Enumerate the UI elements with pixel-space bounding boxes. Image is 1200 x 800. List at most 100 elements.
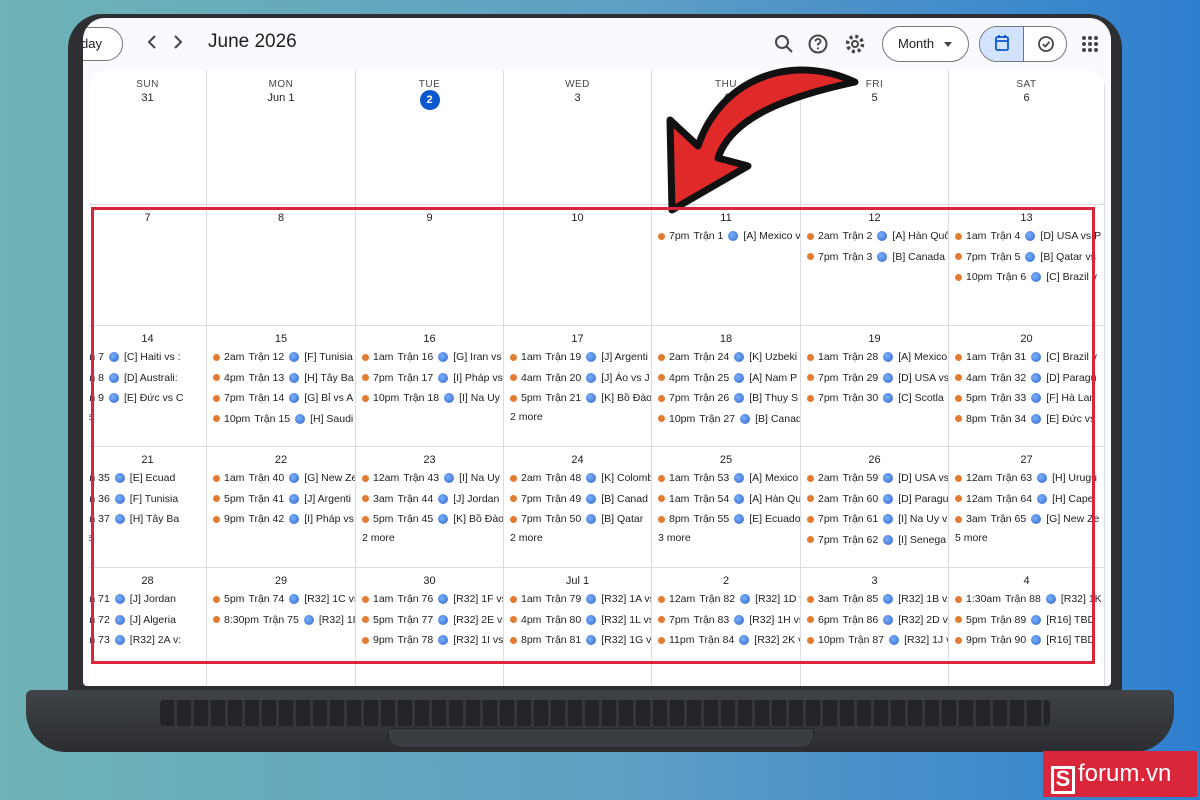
day-cell[interactable]: 16 1am Trận 16 [G] Iran vs 7pm Trận 17 [I] Phá…	[356, 326, 504, 447]
day-cell[interactable]: 28 Trận 71[J] Jordan Trận 72[J] Algeria Trậ…	[89, 568, 207, 686]
event-chip[interactable]: 7pm Trận 26 [B] Thụy S	[658, 389, 798, 407]
gear-icon[interactable]	[842, 31, 868, 57]
event-chip[interactable]: 10pm Trận 27 [B] Canad	[658, 410, 800, 428]
day-cell[interactable]: 13 1am Trận 4 [D] USA vs P 7pm Trận 5 [B] Qata…	[949, 205, 1105, 326]
event-chip[interactable]: 3am Trận 85 [R32] 1B vs	[807, 590, 948, 608]
date-number[interactable]: 10	[504, 212, 651, 224]
event-chip[interactable]: 5pm Trận 45 [K] Bồ Đào	[362, 510, 503, 528]
date-number[interactable]: 28	[89, 575, 206, 587]
event-chip[interactable]: 7pm Trận 49 [B] Canad	[510, 490, 648, 508]
event-chip[interactable]: 7pm Trận 61 [I] Na Uy v	[807, 510, 947, 528]
event-chip[interactable]: 9pm Trận 90 [R16] TBD	[955, 631, 1095, 649]
event-chip[interactable]: 4pm Trận 13 [H] Tây Ba	[213, 369, 354, 387]
day-cell[interactable]: 23 12am Trận 43 [I] Na Uy 3am Trận 44 [J] Jord…	[356, 447, 504, 568]
event-chip[interactable]: 1am Trận 40 [G] New Ze	[213, 469, 355, 487]
date-number[interactable]: 15	[207, 333, 355, 345]
event-chip[interactable]: 4am Trận 32 [D] Paragu	[955, 369, 1096, 387]
day-cell[interactable]: 25 1am Trận 53 [A] Mexico 1am Trận 54 [A] Hàn …	[652, 447, 801, 568]
today-button[interactable]: Today	[83, 27, 123, 61]
day-cell[interactable]: 3 3am Trận 85 [R32] 1B vs 6pm Trận 86 [R32] 2D…	[801, 568, 949, 686]
event-chip[interactable]: 12am Trận 43 [I] Na Uy	[362, 469, 500, 487]
event-chip[interactable]: 1am Trận 28 [A] Mexico	[807, 348, 947, 366]
day-cell[interactable]: WED 3	[504, 70, 652, 205]
event-chip[interactable]: 9pm Trận 78 [R32] 1I vs	[362, 631, 503, 649]
event-chip[interactable]: 4am Trận 20 [J] Áo vs J	[510, 369, 650, 387]
day-cell[interactable]: 15 2am Trận 12 [F] Tunisia 4pm Trận 13 [H] Tây…	[207, 326, 356, 447]
day-cell[interactable]: 17 1am Trận 19 [J] Argenti 4am Trận 20 [J] Áo …	[504, 326, 652, 447]
day-cell[interactable]: Jul 1 1am Trận 79 [R32] 1A vs 4pm Trận 80 [R32…	[504, 568, 652, 686]
event-chip[interactable]: 2am Trận 2 [A] Hàn Quố	[807, 227, 948, 245]
date-number[interactable]: 17	[504, 333, 651, 345]
event-chip[interactable]: 8pm Trận 81 [R32] 1G vs	[510, 631, 651, 649]
date-number[interactable]: 13	[949, 212, 1104, 224]
today-date-number[interactable]: 2	[419, 90, 440, 110]
event-chip[interactable]: 8pm Trận 34 [E] Đức vs	[955, 410, 1095, 428]
event-chip[interactable]: 5pm Trận 41 [J] Argenti	[213, 490, 351, 508]
event-chip[interactable]: 10pm Trận 15 [H] Saudi	[213, 410, 353, 428]
event-chip[interactable]: 10pm Trận 87 [R32] 1J v	[807, 631, 948, 649]
event-chip[interactable]: Trận 36 [F] Tunisia	[89, 490, 178, 508]
event-chip[interactable]: 7pm Trận 50 [B] Qatar	[510, 510, 643, 528]
day-cell[interactable]: 18 2am Trận 24 [K] Uzbeki 4pm Trận 25 [A] Nam …	[652, 326, 801, 447]
event-chip[interactable]: 8:30pm Trận 75 [R32] 1I	[213, 611, 355, 629]
day-cell[interactable]: 19 1am Trận 28 [A] Mexico 7pm Trận 29 [D] USA …	[801, 326, 949, 447]
more-events-link[interactable]: 5 more	[955, 532, 988, 544]
event-chip[interactable]: 10pm Trận 18 [I] Na Uy	[362, 389, 500, 407]
date-number[interactable]: 23	[356, 454, 503, 466]
event-chip[interactable]: Trận 72 [J] Algeria	[89, 611, 176, 629]
event-chip[interactable]: 2am Trận 48 [K] Colomb	[510, 469, 651, 487]
more-events-link[interactable]: 2 more	[510, 411, 543, 423]
event-chip[interactable]: 5pm Trận 21 [K] Bồ Đào	[510, 389, 651, 407]
event-chip[interactable]: Trận 8 [D] Australi:	[89, 369, 178, 387]
event-chip[interactable]: 9pm Trận 42 [I] Pháp vs	[213, 510, 354, 528]
event-chip[interactable]: 1am Trận 79 [R32] 1A vs	[510, 590, 651, 608]
day-cell[interactable]: 10	[504, 205, 652, 326]
event-chip[interactable]: 2am Trận 24 [K] Uzbeki	[658, 348, 797, 366]
event-chip[interactable]: Trận 37 [H] Tây Ba	[89, 510, 179, 528]
more-events-link[interactable]: 2 more	[362, 532, 395, 544]
event-chip[interactable]: 1:30am Trận 88 [R32] 1K	[955, 590, 1102, 608]
day-cell[interactable]: 12 2am Trận 2 [A] Hàn Quố 7pm Trận 3 [B] Canad…	[801, 205, 949, 326]
more-events-link[interactable]: e	[89, 411, 93, 423]
event-chip[interactable]: Trận 71 [J] Jordan	[89, 590, 176, 608]
day-cell[interactable]: MON Jun 1	[207, 70, 356, 205]
date-number[interactable]: 8	[207, 212, 355, 224]
more-events-link[interactable]: 3 more	[658, 532, 691, 544]
day-cell[interactable]: 30 1am Trận 76 [R32] 1F vs 5pm Trận 77 [R32] 2…	[356, 568, 504, 686]
event-chip[interactable]: 12am Trận 82 [R32] 1D v	[658, 590, 800, 608]
date-number[interactable]: 31	[89, 92, 206, 104]
date-number[interactable]: Jul 1	[504, 575, 651, 587]
event-chip[interactable]: 10pm Trận 6 [C] Brazil v	[955, 268, 1097, 286]
date-number[interactable]: 24	[504, 454, 651, 466]
chevron-right-icon[interactable]	[171, 32, 185, 57]
event-chip[interactable]: 1am Trận 16 [G] Iran vs	[362, 348, 502, 366]
event-chip[interactable]: Trận 7 [C] Haiti vs :	[89, 348, 181, 366]
day-cell[interactable]: 2 12am Trận 82 [R32] 1D v 7pm Trận 83 [R32] 1H…	[652, 568, 801, 686]
event-chip[interactable]: Trận 35 [E] Ecuad	[89, 469, 175, 487]
date-number[interactable]: 2	[652, 575, 800, 587]
calendar-view-icon[interactable]	[980, 27, 1024, 61]
day-cell[interactable]: 14 Trận 7 [C] Haiti vs : Trận 8 [D] Australi…	[89, 326, 207, 447]
day-cell[interactable]: 11 7pm Trận 1 [A] Mexico v	[652, 205, 801, 326]
day-cell[interactable]: 24 2am Trận 48 [K] Colomb 7pm Trận 49 [B] Cana…	[504, 447, 652, 568]
view-switcher-button[interactable]: Month	[882, 26, 969, 62]
date-number[interactable]: Jun 1	[207, 92, 355, 104]
event-chip[interactable]: 7pm Trận 17 [I] Pháp vs	[362, 369, 503, 387]
day-cell[interactable]: TUE 2	[356, 70, 504, 205]
event-chip[interactable]: 7pm Trận 1 [A] Mexico v	[658, 227, 800, 245]
date-number[interactable]: 4	[949, 575, 1104, 587]
event-chip[interactable]: 5pm Trận 89 [R16] TBD	[955, 611, 1095, 629]
date-number[interactable]: 7	[89, 212, 206, 224]
event-chip[interactable]: 3am Trận 65 [G] New Ze	[955, 510, 1099, 528]
event-chip[interactable]: 1am Trận 4 [D] USA vs P	[955, 227, 1101, 245]
event-chip[interactable]: 2am Trận 60 [D] Paragu	[807, 490, 948, 508]
date-number[interactable]: 30	[356, 575, 503, 587]
date-number[interactable]: 27	[949, 454, 1104, 466]
day-cell[interactable]: 27 12am Trận 63 [H] Urugu 12am Trận 64 [H] Cap…	[949, 447, 1105, 568]
event-chip[interactable]: Trận 73 [R32] 2A v:	[89, 631, 181, 649]
day-cell[interactable]: 21Trận 35[E] EcuadTrận 36[F] TunisiaTrận…	[89, 447, 207, 568]
date-number[interactable]: 18	[652, 333, 800, 345]
date-number[interactable]: 25	[652, 454, 800, 466]
event-chip[interactable]: 1am Trận 31 [C] Brazil v	[955, 348, 1097, 366]
day-cell[interactable]: 4 1:30am Trận 88 [R32] 1K 5pm Trận 89 [R16] TB…	[949, 568, 1105, 686]
